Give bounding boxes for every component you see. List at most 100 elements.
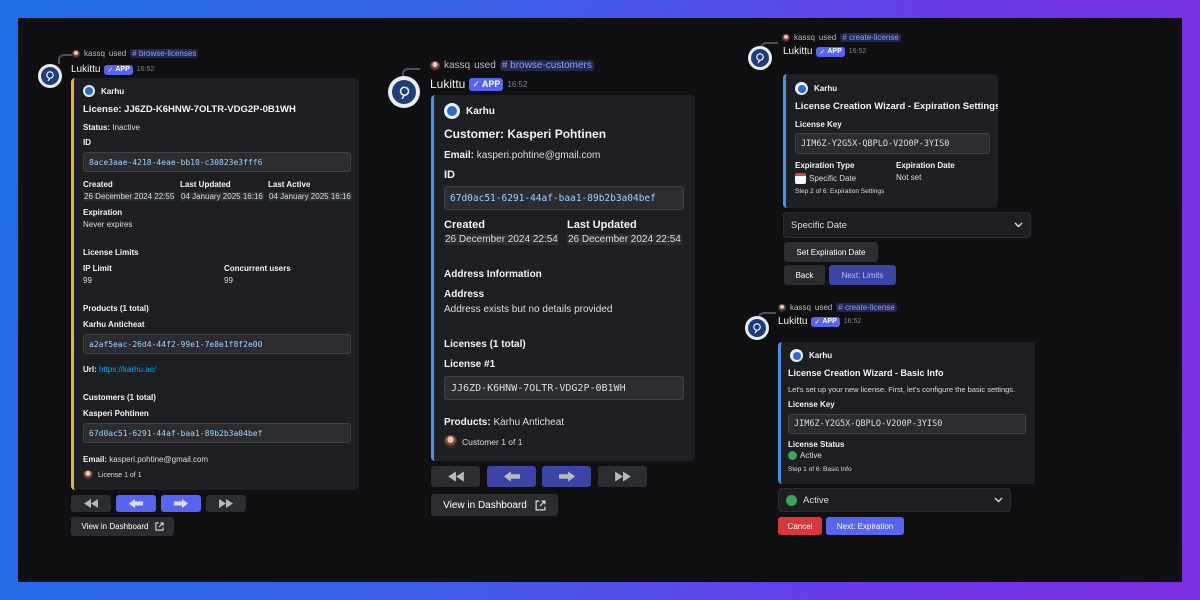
bot-name-line: Lukittu ✓ APP 16:52 (783, 46, 866, 57)
expiration-wizard-embed: Karhu License Creation Wizard - Expirati… (783, 74, 998, 208)
id-label: ID (83, 138, 91, 147)
status-value: Active (788, 451, 822, 460)
bot-name[interactable]: Lukittu (430, 77, 465, 91)
next-limits-button[interactable]: Next: Limits (829, 265, 896, 285)
embed-title: License: JJ6ZD-K6HNW-7OLTR-VDG2P-0B1WH (83, 104, 296, 115)
customer-name: Kasperi Pohtinen (83, 409, 149, 418)
limits-heading: License Limits (83, 248, 139, 257)
previous-page-button[interactable] (487, 466, 536, 487)
next-expiration-button[interactable]: Next: Expiration (826, 517, 904, 535)
email-label: Email: (83, 455, 108, 464)
product-id-code[interactable]: a2af5eac-26d4-44f2-99e1-7e8e1f8f2e00 (83, 334, 351, 354)
app-badge: ✓ APP (811, 316, 840, 327)
user-avatar[interactable] (778, 303, 786, 312)
url-link[interactable]: https://karhu.ac/ (99, 365, 156, 374)
updated-value: 04 January 2025 16:16 (180, 192, 264, 201)
products-value: Karhu Anticheat (493, 417, 565, 428)
previous-page-button[interactable] (116, 495, 156, 512)
author-name: Karhu (466, 105, 495, 117)
user-avatar[interactable] (72, 49, 80, 58)
app-badge-text: APP (115, 66, 130, 73)
bot-avatar[interactable] (38, 64, 62, 88)
karhu-logo-icon (444, 103, 460, 119)
key-code[interactable]: JIM6Z-Y2G5X-QBPLO-V2O0P-3YIS0 (788, 414, 1026, 434)
expiration-type-select[interactable]: Specific Date (783, 212, 1031, 238)
bot-avatar[interactable] (745, 316, 769, 340)
right-arrow-icon (558, 471, 575, 482)
command-name[interactable]: # create-license (836, 303, 897, 312)
license-status-select[interactable]: Active (778, 488, 1011, 512)
first-page-button[interactable] (71, 495, 111, 512)
customer-id-code[interactable]: 67d0ac51-6291-44af-baa1-89b2b3a04bef (83, 423, 351, 443)
app-badge-text: APP (827, 48, 842, 55)
created-value: 26 December 2024 22:55 (83, 192, 176, 201)
concurrent-value: 99 (224, 276, 233, 285)
lock-key-icon (756, 53, 764, 64)
user-avatar[interactable] (782, 33, 790, 42)
screenshot-frame: kassq used # browse-licenses Lukittu ✓ A… (18, 18, 1182, 582)
lock-key-icon (399, 85, 409, 99)
command-name[interactable]: # create-license (840, 33, 901, 42)
exp-type-label: Expiration Type (795, 161, 855, 170)
expiration-label: Expiration (83, 208, 123, 217)
next-page-button[interactable] (542, 466, 591, 487)
cancel-button[interactable]: Cancel (778, 517, 822, 535)
updated-date: 04 January 2025 16:16 (180, 192, 264, 201)
address-label: Address (444, 289, 485, 300)
dashboard-button-label: View in Dashboard (81, 522, 149, 531)
username[interactable]: kassq (444, 60, 470, 71)
bot-avatar[interactable] (388, 76, 420, 108)
embed-author: Karhu (790, 349, 832, 362)
back-button[interactable]: Back (784, 265, 825, 285)
command-text: create-license (848, 33, 899, 42)
command-name[interactable]: # browse-customers (499, 60, 594, 71)
lock-key-icon (46, 71, 54, 82)
last-page-button[interactable] (598, 466, 647, 487)
app-badge: ✓ APP (816, 46, 845, 57)
next-page-button[interactable] (161, 495, 201, 512)
address-value: Address exists but no details provided (444, 304, 613, 315)
username[interactable]: kassq (794, 33, 815, 42)
bot-name[interactable]: Lukittu (778, 316, 807, 327)
footer-text: Customer 1 of 1 (462, 436, 523, 447)
username[interactable]: kassq (790, 303, 811, 312)
key-code[interactable]: JIM6Z-Y2G5X-QBPLO-V2O0P-3YIS0 (795, 133, 990, 154)
embed-title: License Creation Wizard - Expiration Set… (795, 101, 998, 112)
dashboard-button-label: View in Dashboard (443, 499, 527, 511)
id-code[interactable]: 8ace3aae-4218-4eae-bb10-c30823e3fff6 (83, 152, 351, 172)
bot-name[interactable]: Lukittu (71, 64, 100, 75)
license-key-code[interactable]: JJ6ZD-K6HNW-7OLTR-VDG2P-0B1WH (444, 376, 684, 400)
command-name[interactable]: # browse-licenses (130, 49, 199, 58)
id-code[interactable]: 67d0ac51-6291-44af-baa1-89b2b3a04bef (444, 186, 684, 210)
timestamp: 16:52 (848, 48, 867, 55)
step-footer: Step 1 of 6: Basic Info (788, 466, 852, 473)
url-field: Url: https://karhu.ac/ (83, 365, 156, 374)
active-value: 04 January 2025 16:16 (268, 192, 352, 201)
left-arrow-icon (129, 499, 143, 508)
last-page-button[interactable] (206, 495, 246, 512)
footer-avatar (444, 435, 457, 448)
view-dashboard-button[interactable]: View in Dashboard (71, 517, 174, 536)
product-name: Karhu Anticheat (83, 320, 145, 329)
created-date: 26 December 2024 22:54 (444, 234, 559, 245)
user-avatar[interactable] (430, 60, 440, 71)
updated-label: Last Updated (180, 180, 231, 189)
active-label: Last Active (268, 180, 311, 189)
exp-date-value: Not set (896, 173, 922, 182)
select-content: Active (786, 494, 829, 506)
command-text: browse-customers (510, 60, 592, 71)
view-dashboard-button[interactable]: View in Dashboard (431, 494, 558, 516)
set-expiration-date-button[interactable]: Set Expiration Date (784, 242, 878, 262)
bot-avatar[interactable] (748, 46, 772, 70)
created-value: 26 December 2024 22:54 (444, 234, 559, 245)
left-arrow-icon (503, 471, 520, 482)
first-page-button[interactable] (431, 466, 480, 487)
key-label: License Key (795, 120, 842, 129)
app-badge-text: APP (481, 79, 501, 89)
username[interactable]: kassq (84, 49, 105, 58)
bot-name[interactable]: Lukittu (783, 46, 812, 57)
licenses-heading: Licenses (1 total) (444, 339, 526, 350)
license-label: License #1 (444, 359, 496, 370)
interaction-header: kassq used # create-license (782, 33, 901, 42)
products-heading: Products (1 total) (83, 304, 149, 313)
